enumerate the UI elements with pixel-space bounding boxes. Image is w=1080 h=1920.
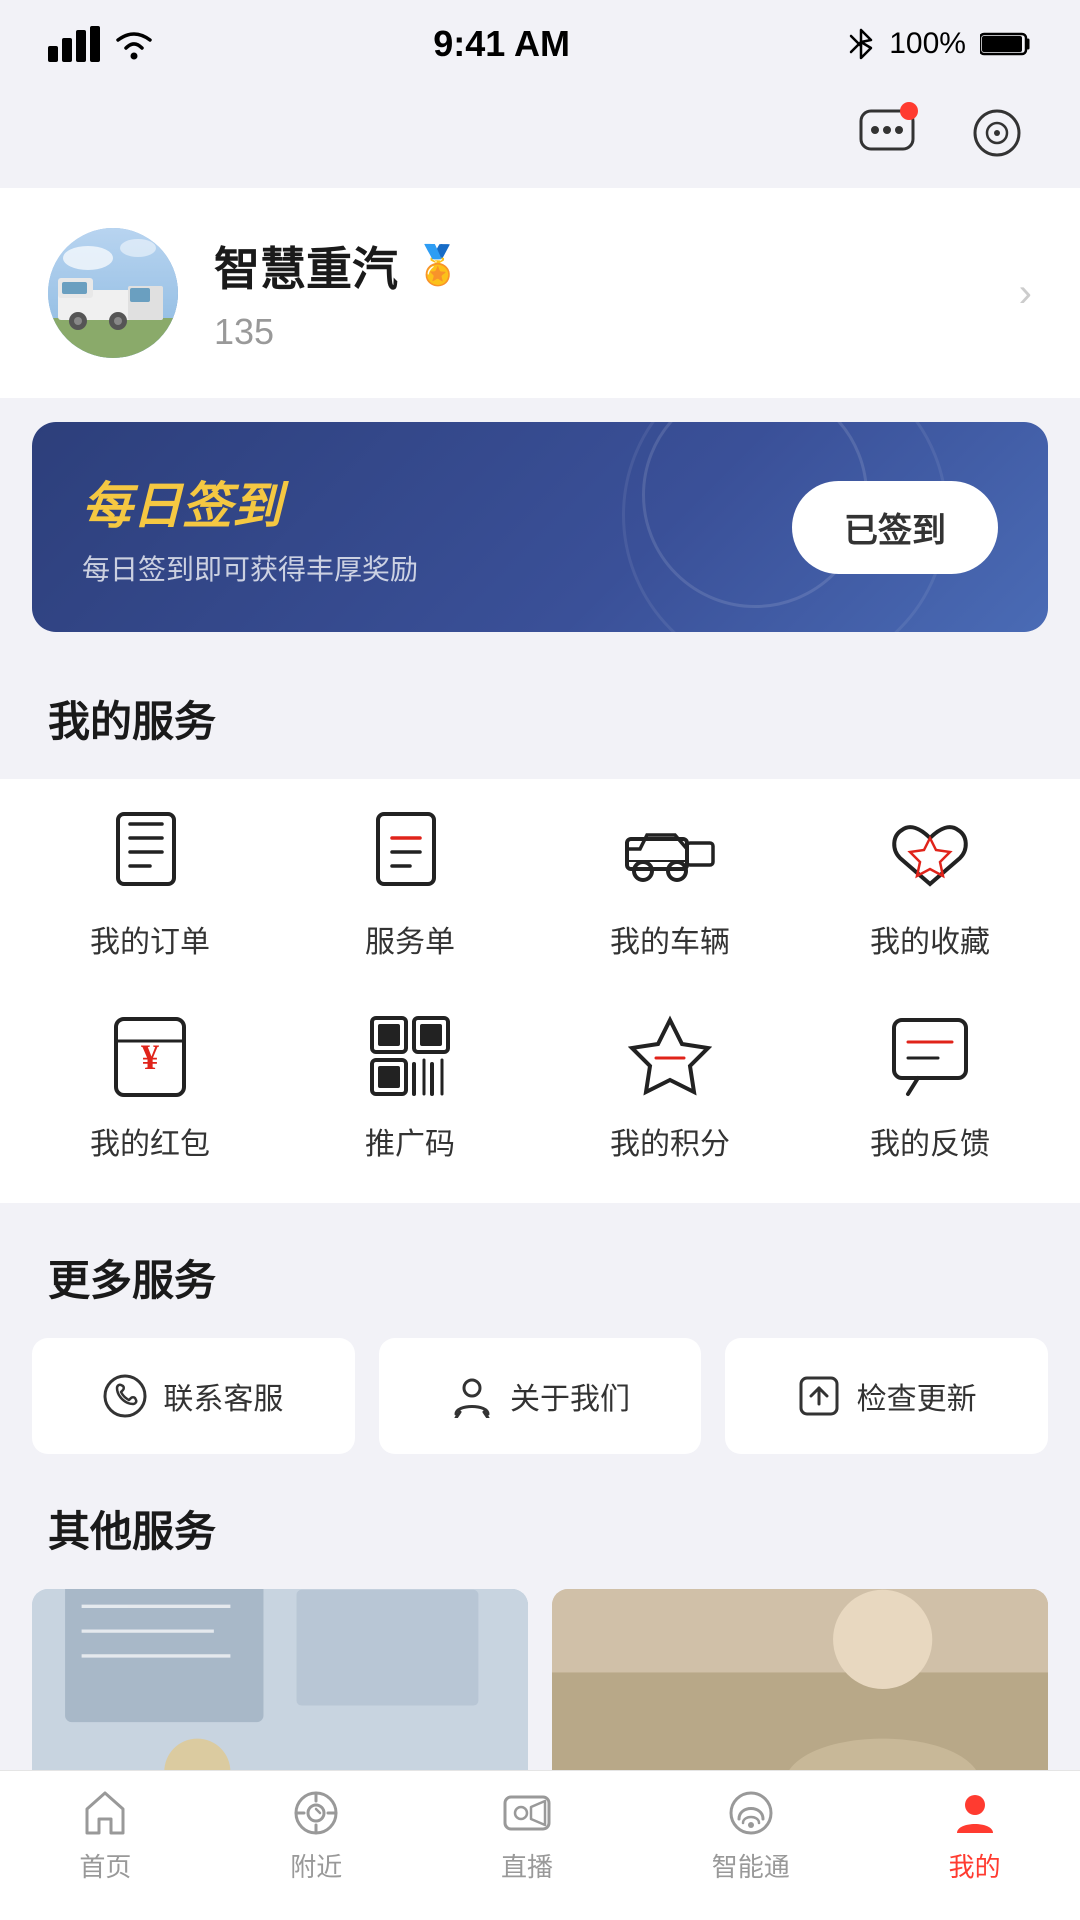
scan-icon — [967, 103, 1027, 163]
upload-icon — [797, 1374, 841, 1418]
nearby-nav-icon — [290, 1787, 342, 1839]
checkin-title: 每日签到 — [82, 466, 418, 538]
avatar-image — [48, 228, 178, 358]
service-item-feedback[interactable]: 我的反馈 — [830, 1011, 1030, 1163]
service-order-icon — [365, 809, 455, 899]
service-label-points: 我的积分 — [610, 1119, 730, 1163]
service-label-favorite: 我的收藏 — [870, 917, 990, 961]
checkin-button[interactable]: 已签到 — [792, 481, 998, 574]
nav-item-smart[interactable]: 智能通 — [712, 1787, 790, 1884]
other-services-cards — [0, 1589, 1080, 1789]
home-nav-icon — [79, 1787, 131, 1839]
service-label-redpacket: 我的红包 — [90, 1119, 210, 1163]
service-item-service-order[interactable]: 服务单 — [310, 809, 510, 961]
service-label-service-order: 服务单 — [365, 917, 455, 961]
nav-label-mine: 我的 — [949, 1847, 1001, 1884]
services-row-1: 我的订单 服务单 — [20, 809, 1060, 961]
more-services-title: 更多服务 — [0, 1227, 1080, 1338]
avatar[interactable] — [48, 228, 178, 358]
signal-icon — [48, 26, 100, 62]
other-card-2-image — [552, 1589, 1048, 1789]
profile-name: 智慧重汽 — [214, 233, 398, 299]
live-nav-icon — [501, 1787, 553, 1839]
profile-left: 智慧重汽 🏅 135 — [48, 228, 461, 358]
phone-icon — [103, 1374, 147, 1418]
points-icon — [625, 1011, 715, 1101]
service-item-favorite[interactable]: 我的收藏 — [830, 809, 1030, 961]
my-services-title: 我的服务 — [0, 668, 1080, 779]
service-item-promo-code[interactable]: 推广码 — [310, 1011, 510, 1163]
profile-chevron-icon[interactable]: › — [1019, 271, 1032, 316]
battery-icon — [980, 30, 1032, 58]
other-services-title: 其他服务 — [0, 1478, 1080, 1589]
service-item-vehicle[interactable]: 我的车辆 — [570, 809, 770, 961]
services-row-2: ¥ 我的红包 — [20, 1011, 1060, 1163]
favorite-icon — [885, 809, 975, 899]
my-services-grid: 我的订单 服务单 — [0, 779, 1080, 1203]
status-left — [48, 26, 156, 62]
person-icon — [450, 1374, 494, 1418]
service-label-vehicle: 我的车辆 — [610, 917, 730, 961]
service-label-feedback: 我的反馈 — [870, 1119, 990, 1163]
service-label-promo-code: 推广码 — [365, 1119, 455, 1163]
checkin-text: 每日签到 每日签到即可获得丰厚奖励 — [82, 466, 418, 588]
top-actions — [0, 88, 1080, 188]
status-right: 100% — [847, 26, 1032, 62]
more-service-customer[interactable]: 联系客服 — [32, 1338, 355, 1454]
battery-percent: 100% — [889, 27, 966, 61]
message-badge — [900, 102, 918, 120]
profile-section: 智慧重汽 🏅 135 › — [0, 188, 1080, 398]
checkin-banner[interactable]: 每日签到 每日签到即可获得丰厚奖励 已签到 — [32, 422, 1048, 632]
redpacket-icon: ¥ — [105, 1011, 195, 1101]
order-icon — [105, 809, 195, 899]
scan-button[interactable] — [962, 98, 1032, 168]
service-label-order: 我的订单 — [90, 917, 210, 961]
message-button[interactable] — [852, 98, 922, 168]
customer-service-label: 联系客服 — [163, 1374, 283, 1418]
vehicle-icon — [625, 809, 715, 899]
service-item-order[interactable]: 我的订单 — [50, 809, 250, 961]
nav-label-smart: 智能通 — [712, 1847, 790, 1884]
nav-label-home: 首页 — [79, 1847, 131, 1884]
other-card-2[interactable] — [552, 1589, 1048, 1789]
other-card-1[interactable] — [32, 1589, 528, 1789]
other-card-1-image — [32, 1589, 528, 1789]
nav-item-live[interactable]: 直播 — [501, 1787, 553, 1884]
nav-item-home[interactable]: 首页 — [79, 1787, 131, 1884]
more-services-grid: 联系客服 关于我们 检查更新 — [0, 1338, 1080, 1454]
status-time: 9:41 AM — [433, 23, 570, 65]
check-update-label: 检查更新 — [857, 1374, 977, 1418]
profile-id: 135 — [214, 311, 461, 353]
bluetooth-icon — [847, 26, 875, 62]
mine-nav-icon — [949, 1787, 1001, 1839]
about-us-label: 关于我们 — [510, 1374, 630, 1418]
crown-icon: 🏅 — [414, 244, 461, 288]
more-service-update[interactable]: 检查更新 — [725, 1338, 1048, 1454]
wifi-icon — [112, 26, 156, 62]
service-item-points[interactable]: 我的积分 — [570, 1011, 770, 1163]
feedback-icon — [885, 1011, 975, 1101]
more-service-about[interactable]: 关于我们 — [379, 1338, 702, 1454]
nav-label-live: 直播 — [501, 1847, 553, 1884]
smart-nav-icon — [725, 1787, 777, 1839]
profile-info: 智慧重汽 🏅 135 — [214, 233, 461, 353]
nav-label-nearby: 附近 — [290, 1847, 342, 1884]
nav-item-mine[interactable]: 我的 — [949, 1787, 1001, 1884]
nav-item-nearby[interactable]: 附近 — [290, 1787, 342, 1884]
bottom-nav: 首页 附近 直播 智能通 — [0, 1770, 1080, 1920]
status-bar: 9:41 AM 100% — [0, 0, 1080, 88]
svg-text:¥: ¥ — [141, 1037, 159, 1077]
promo-code-icon — [365, 1011, 455, 1101]
service-item-redpacket[interactable]: ¥ 我的红包 — [50, 1011, 250, 1163]
checkin-subtitle: 每日签到即可获得丰厚奖励 — [82, 548, 418, 588]
